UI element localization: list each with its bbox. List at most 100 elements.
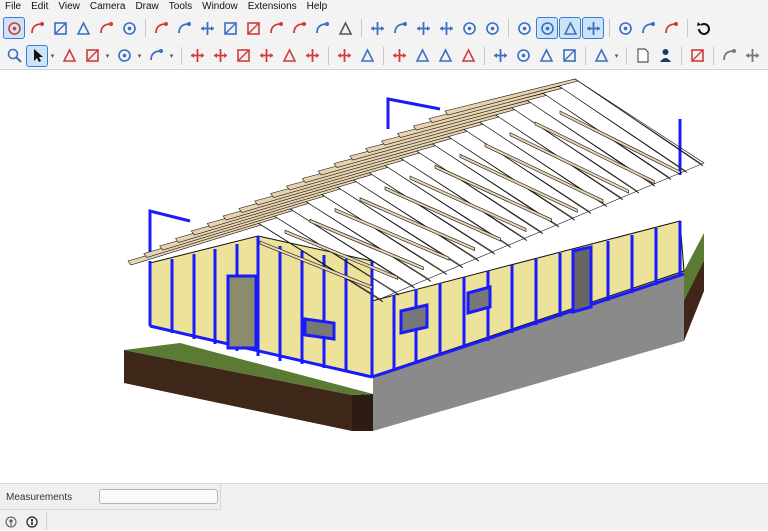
status-icon-divider <box>46 512 47 530</box>
push-pull-button[interactable] <box>186 45 208 67</box>
measurements-input[interactable] <box>99 489 218 504</box>
shaded-button[interactable] <box>582 17 604 39</box>
axes-icon <box>99 21 113 33</box>
refresh-icon <box>696 21 710 35</box>
menu-camera[interactable]: Camera <box>85 0 131 14</box>
hidden-line-icon <box>563 20 577 35</box>
zoom-extents-small-icon <box>461 48 475 62</box>
toolbar-separator <box>687 19 688 37</box>
eraser-icon <box>62 48 76 62</box>
eraser-button[interactable] <box>58 45 80 67</box>
style-builder-button[interactable] <box>558 45 580 67</box>
look-around-button[interactable] <box>311 17 333 39</box>
toolbar-separator <box>484 46 485 65</box>
back-view-button[interactable] <box>458 17 480 39</box>
dropdown-caret-icon[interactable]: ▾ <box>613 52 620 60</box>
layout-button[interactable] <box>535 45 557 67</box>
extension-warehouse-icon <box>516 49 530 62</box>
pencil-line-button[interactable] <box>81 45 103 67</box>
text-label-button[interactable] <box>72 17 94 39</box>
wireframe-button[interactable] <box>536 17 558 39</box>
menu-bar: File Edit View Camera Draw Tools Window Extensi… <box>0 0 768 14</box>
move-button[interactable] <box>232 45 254 67</box>
credits-icon[interactable] <box>26 516 38 528</box>
warehouse-icon <box>493 49 507 62</box>
zoom-extents-small-button[interactable] <box>457 45 479 67</box>
menu-extensions[interactable]: Extensions <box>243 0 302 14</box>
component-box-button[interactable] <box>614 17 636 39</box>
monochrome-button[interactable] <box>660 17 682 39</box>
arc-icon <box>117 49 131 62</box>
dropdown-caret-icon[interactable]: ▾ <box>168 52 175 60</box>
user-account-button[interactable] <box>590 45 612 67</box>
dropdown-caret-icon[interactable]: ▾ <box>104 52 111 60</box>
front-view-button[interactable] <box>412 17 434 39</box>
toolbar-separator <box>328 46 329 65</box>
stamp-button[interactable] <box>686 45 708 67</box>
paint-bucket-button[interactable] <box>356 45 378 67</box>
pan-hand-button[interactable] <box>173 17 195 39</box>
push-pull-icon <box>190 49 204 62</box>
paint-bucket-icon <box>360 48 374 62</box>
protractor-button[interactable] <box>49 17 71 39</box>
select-arrow-button[interactable] <box>26 44 48 67</box>
group-box-button[interactable] <box>637 17 659 39</box>
iso-view-button[interactable] <box>366 17 388 39</box>
rectangle-button[interactable] <box>145 45 167 67</box>
iso-view-icon <box>370 21 384 35</box>
tape-measure-button[interactable] <box>333 45 355 67</box>
zoom-small-button[interactable] <box>434 45 456 67</box>
person-button[interactable] <box>654 45 676 67</box>
dropdown-caret-icon[interactable]: ▾ <box>136 52 143 60</box>
monochrome-icon <box>664 21 678 33</box>
top-view-button[interactable] <box>389 17 411 39</box>
left-view-button[interactable] <box>481 17 503 39</box>
rectangle-icon <box>149 49 163 61</box>
xray-icon <box>517 21 531 35</box>
sandbox-points-button[interactable] <box>26 17 48 39</box>
hidden-line-button[interactable] <box>559 17 581 39</box>
menu-view[interactable]: View <box>53 0 85 14</box>
follow-me-button[interactable] <box>209 45 231 67</box>
extension-warehouse-button[interactable] <box>512 45 534 67</box>
pan-button[interactable] <box>411 45 433 67</box>
section-plane-button[interactable] <box>150 17 172 39</box>
smoove-button[interactable] <box>718 45 740 67</box>
refresh-button[interactable] <box>692 17 714 39</box>
walk-button[interactable] <box>334 17 356 39</box>
right-view-button[interactable] <box>435 17 457 39</box>
arc-button[interactable] <box>113 45 135 67</box>
model-viewport[interactable] <box>0 71 768 483</box>
zoom-extents-button[interactable] <box>242 17 264 39</box>
menu-tools[interactable]: Tools <box>164 0 197 14</box>
rotate-button[interactable] <box>255 45 277 67</box>
menu-edit[interactable]: Edit <box>26 0 53 14</box>
dropdown-caret-icon[interactable]: ▾ <box>49 52 56 60</box>
scale-button[interactable] <box>278 45 300 67</box>
warehouse-button[interactable] <box>489 45 511 67</box>
search-icon <box>7 48 22 63</box>
new-file-button[interactable] <box>631 45 653 67</box>
menu-draw[interactable]: Draw <box>130 0 163 14</box>
orbit-button[interactable] <box>388 45 410 67</box>
toolbar-separator <box>181 46 182 65</box>
zoom-button[interactable] <box>196 17 218 39</box>
3d-text-button[interactable] <box>118 17 140 39</box>
search-button[interactable] <box>3 45 25 67</box>
previous-view-button[interactable] <box>265 17 287 39</box>
select-component-button[interactable] <box>3 17 25 39</box>
group-box-icon <box>641 21 655 33</box>
axes-button[interactable] <box>95 17 117 39</box>
menu-file[interactable]: File <box>0 0 26 14</box>
geo-location-icon[interactable] <box>5 516 17 528</box>
xray-button[interactable] <box>513 17 535 39</box>
look-around-icon <box>315 21 329 33</box>
menu-window[interactable]: Window <box>197 0 243 14</box>
layout-icon <box>539 48 553 62</box>
position-camera-button[interactable] <box>288 17 310 39</box>
drape-button[interactable] <box>741 45 763 67</box>
measurements-label: Measurements <box>6 492 73 503</box>
offset-button[interactable] <box>301 45 323 67</box>
zoom-window-button[interactable] <box>219 17 241 39</box>
menu-help[interactable]: Help <box>302 0 333 14</box>
